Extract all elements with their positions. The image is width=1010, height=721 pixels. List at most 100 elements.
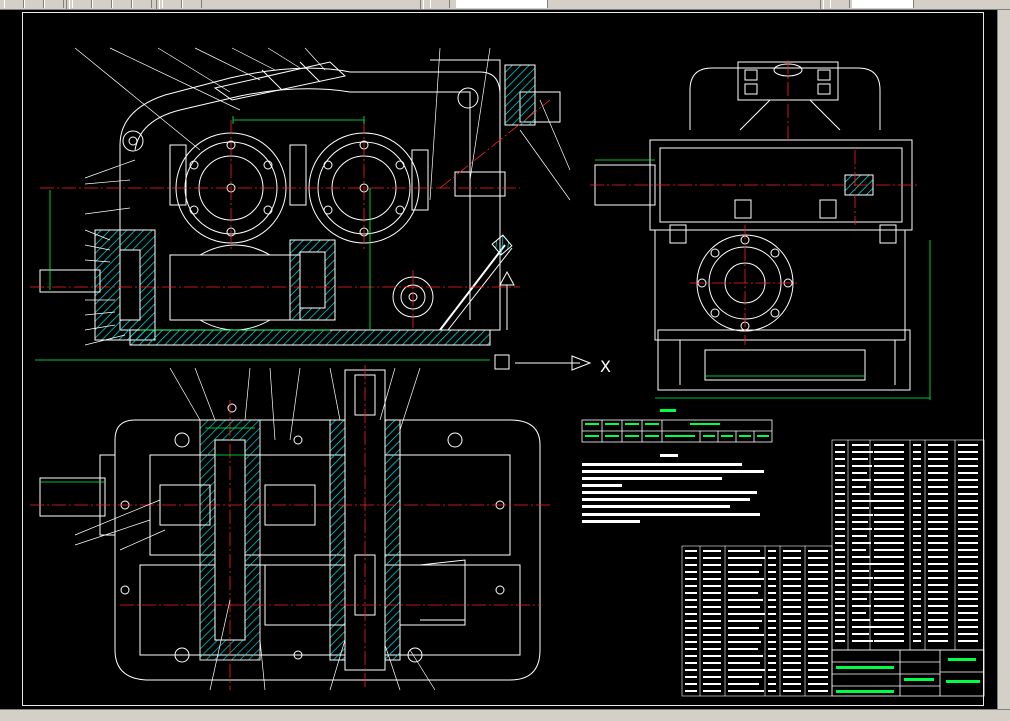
parts-list-cell <box>835 556 845 558</box>
parts-list-cell <box>958 472 978 474</box>
parts-list-cell <box>685 550 697 552</box>
parts-list-cell <box>913 556 921 558</box>
parts-list-cell <box>835 486 845 488</box>
parts-list-cell <box>928 591 948 593</box>
parts-list-cell <box>913 591 921 593</box>
parts-list-cell <box>808 578 828 580</box>
parts-list-cell <box>928 556 948 558</box>
parts-list-cell <box>768 599 776 601</box>
drawing-canvas[interactable]: X <box>0 0 1010 721</box>
parts-list-rows <box>685 444 978 692</box>
parts-list-cell <box>768 648 776 650</box>
horizontal-scrollbar[interactable] <box>0 709 1010 721</box>
parts-list-cell <box>808 641 828 643</box>
parts-list-cell <box>874 612 904 614</box>
parts-list-cell <box>913 528 921 530</box>
parts-list-cell <box>928 507 948 509</box>
parts-list-cell <box>874 556 904 558</box>
parts-list-cell <box>928 577 948 579</box>
parts-list-cell <box>874 458 904 460</box>
parts-list-cell <box>808 662 828 664</box>
parts-list-cell <box>768 585 776 587</box>
parts-list-cell <box>808 599 828 601</box>
parts-list-cell <box>808 564 828 566</box>
parts-list-cell <box>835 549 845 551</box>
parts-list-cell <box>852 451 873 453</box>
parts-list-cell <box>852 612 866 614</box>
parts-list-cell <box>835 577 845 579</box>
parts-list-cell <box>913 605 921 607</box>
parts-list-cell <box>728 606 760 608</box>
parts-list-cell <box>874 577 904 579</box>
parts-list-cell <box>808 683 828 685</box>
parts-list-cell <box>913 535 921 537</box>
vertical-scrollbar[interactable] <box>997 10 1010 710</box>
parts-list-cell <box>783 592 801 594</box>
parts-list-cell <box>808 669 828 671</box>
parts-list-cell <box>768 655 776 657</box>
parts-list-cell <box>835 458 845 460</box>
parts-list-cell <box>685 613 697 615</box>
parts-list-cell <box>852 549 866 551</box>
parts-list-cell <box>703 599 721 601</box>
parts-list-cell <box>728 571 759 573</box>
parts-list-cell <box>728 585 761 587</box>
parts-list-cell <box>685 564 697 566</box>
parts-list-cell <box>913 486 921 488</box>
parts-list-cell <box>835 514 845 516</box>
parts-list-cell <box>913 507 921 509</box>
parts-list-cell <box>835 472 845 474</box>
parts-list-cell <box>703 655 721 657</box>
parts-list-cell <box>852 584 868 586</box>
parts-list-cell <box>958 640 978 642</box>
parts-list-cell <box>685 641 697 643</box>
parts-list-cell <box>783 648 801 650</box>
parts-list-cell <box>685 627 697 629</box>
parts-list-cell <box>913 612 921 614</box>
parts-list-cell <box>874 563 904 565</box>
side-centerlines <box>590 60 920 345</box>
parts-list-cell <box>808 557 828 559</box>
parts-list-cell <box>768 606 776 608</box>
parts-list-cell <box>685 585 697 587</box>
parts-list-cell <box>913 465 921 467</box>
parts-list-cell <box>852 570 869 572</box>
technical-notes <box>582 454 764 523</box>
parts-list-cell <box>913 640 921 642</box>
parts-list-cell <box>928 500 948 502</box>
parts-list-cell <box>808 585 828 587</box>
parts-list-cell <box>703 662 721 664</box>
title-block-text <box>836 658 980 693</box>
parts-list-cell <box>783 690 801 692</box>
parts-list-cell <box>783 627 801 629</box>
parts-list-cell <box>835 542 845 544</box>
parts-list-cell <box>685 669 697 671</box>
parts-list-cell <box>835 528 845 530</box>
parts-list-cell <box>874 549 904 551</box>
parts-list-cell <box>835 605 845 607</box>
parts-list-cell <box>852 591 872 593</box>
parts-list-cell <box>685 648 697 650</box>
parts-list-cell <box>852 507 869 509</box>
parts-list-cell <box>928 493 948 495</box>
parts-list-cell <box>874 451 904 453</box>
parts-list-cell <box>928 528 948 530</box>
parts-list-cell <box>852 486 866 488</box>
parts-list-cell <box>928 626 948 628</box>
parts-list-cell <box>852 633 869 635</box>
parts-list-cell <box>768 564 776 566</box>
parts-list-cell <box>913 549 921 551</box>
parts-list-cell <box>835 444 845 446</box>
side-view <box>594 61 913 391</box>
parts-list-cell <box>835 640 845 642</box>
parts-list-cell <box>835 521 845 523</box>
parts-list-cell <box>728 599 763 601</box>
parts-list-cell <box>808 627 828 629</box>
parts-list-cell <box>958 598 978 600</box>
parts-list-cell <box>685 571 697 573</box>
parts-list-cell <box>685 634 697 636</box>
parts-list-cell <box>703 690 721 692</box>
parts-list-cell <box>728 627 759 629</box>
parts-list-cell <box>703 578 721 580</box>
parts-list-cell <box>728 613 765 615</box>
